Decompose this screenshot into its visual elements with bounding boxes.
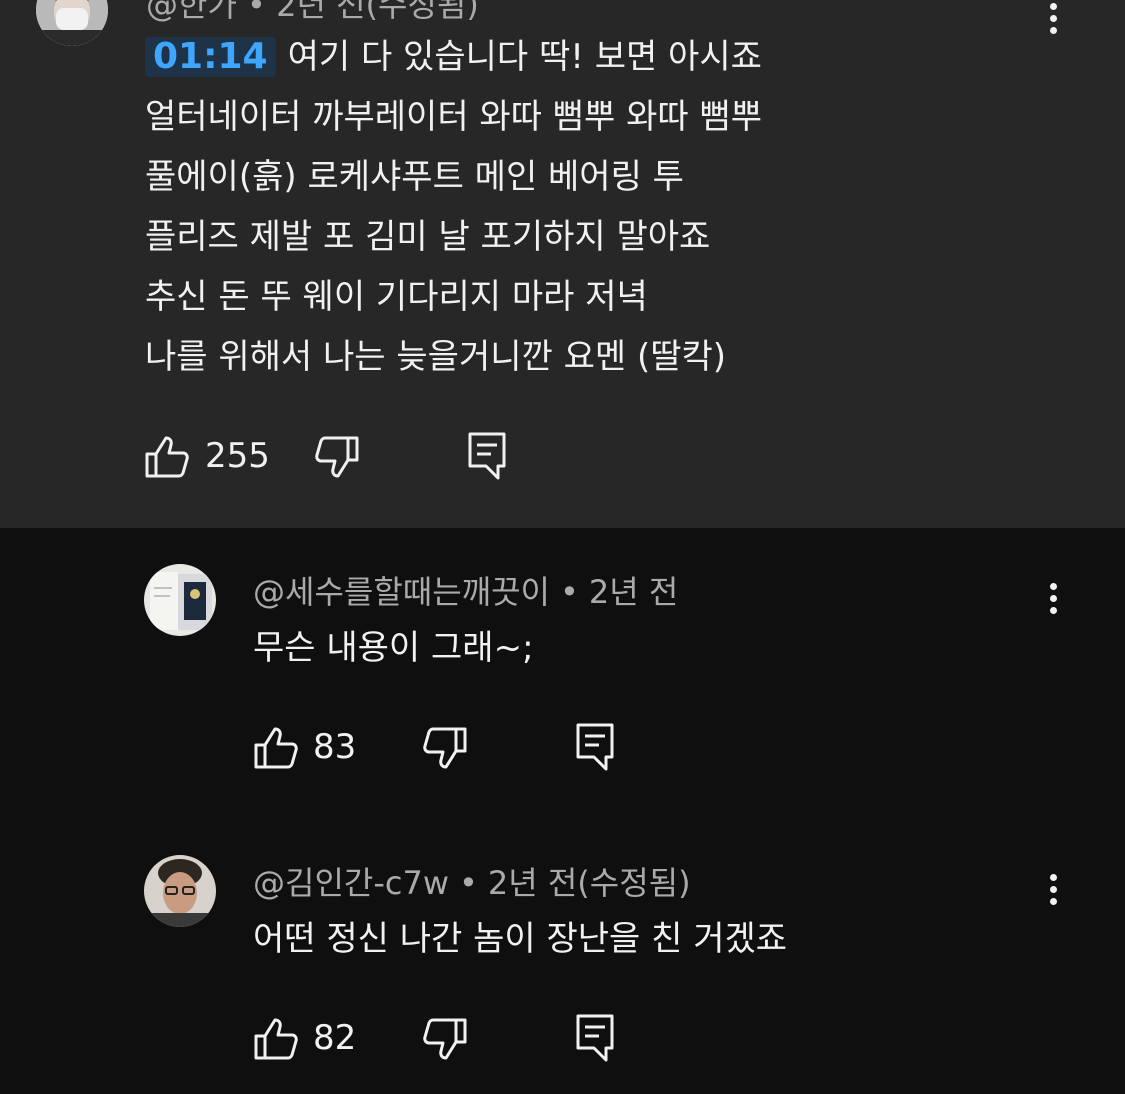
like-button[interactable] [145, 436, 189, 478]
more-vertical-icon[interactable] [1033, 0, 1073, 38]
comment-text-line-5: 추신 돈 뚜 웨이 기다리지 마라 저녁 [145, 277, 648, 317]
comment-text: 무슨 내용이 그래~; [253, 628, 534, 668]
like-count: 83 [313, 727, 357, 767]
thumbs-down-icon [423, 1018, 467, 1060]
like-button[interactable] [254, 1018, 298, 1060]
reply-button[interactable] [468, 432, 506, 480]
dislike-button[interactable] [423, 727, 467, 769]
thumbs-up-icon [254, 727, 298, 769]
avatar[interactable] [144, 855, 216, 927]
comment-author[interactable]: @세수를할때는깨끗이 [253, 573, 550, 611]
like-count: 255 [205, 436, 270, 476]
thumbs-up-icon [145, 436, 189, 478]
highlighted-comment: @한가 • 2년 전(수정됨) 01:14 여기 다 있습니다 딱! 보면 아시죠… [0, 0, 1125, 528]
dislike-button[interactable] [423, 1018, 467, 1060]
comment-time: 2년 전(수정됨) [487, 864, 691, 902]
comment-icon [468, 432, 506, 480]
more-vertical-icon[interactable] [1033, 578, 1073, 618]
comment-icon [576, 723, 614, 771]
comment-author-meta: @김인간-c7w • 2년 전(수정됨) [253, 864, 691, 902]
comment-text-line-1: 01:14 여기 다 있습니다 딱! 보면 아시죠 [145, 37, 762, 77]
comment-author-meta[interactable]: @한가 • 2년 전(수정됨) [146, 0, 479, 26]
comment-text-line-6: 나를 위해서 나는 늦을거니깐 요멘 (딸칵) [145, 337, 727, 377]
comment-text-line-2: 얼터네이터 까부레이터 와따 뻠뿌 와따 뻠뿌 [145, 97, 763, 137]
like-button[interactable] [254, 727, 298, 769]
comment-text-line-4: 플리즈 제발 포 김미 날 포기하지 말아죠 [145, 217, 711, 257]
reply-button[interactable] [576, 723, 614, 771]
thumbs-up-icon [254, 1018, 298, 1060]
more-vertical-icon[interactable] [1033, 869, 1073, 909]
comment-icon [576, 1014, 614, 1062]
avatar[interactable] [36, 0, 108, 46]
timestamp-link[interactable]: 01:14 [145, 37, 276, 77]
comment-text-line-3: 풀에이(흙) 로케샤푸트 메인 베어링 투 [145, 157, 684, 197]
thumbs-down-icon [423, 727, 467, 769]
comment-author-meta: @세수를할때는깨끗이 • 2년 전 [253, 573, 679, 611]
thumbs-down-icon [315, 436, 359, 478]
like-count: 82 [313, 1018, 357, 1058]
comment-time: 2년 전 [588, 573, 679, 611]
avatar[interactable] [144, 564, 216, 636]
comment-text: 어떤 정신 나간 놈이 장난을 친 거겠죠 [253, 919, 788, 959]
comment-author[interactable]: @김인간-c7w [253, 864, 449, 902]
dislike-button[interactable] [315, 436, 359, 478]
reply-button[interactable] [576, 1014, 614, 1062]
